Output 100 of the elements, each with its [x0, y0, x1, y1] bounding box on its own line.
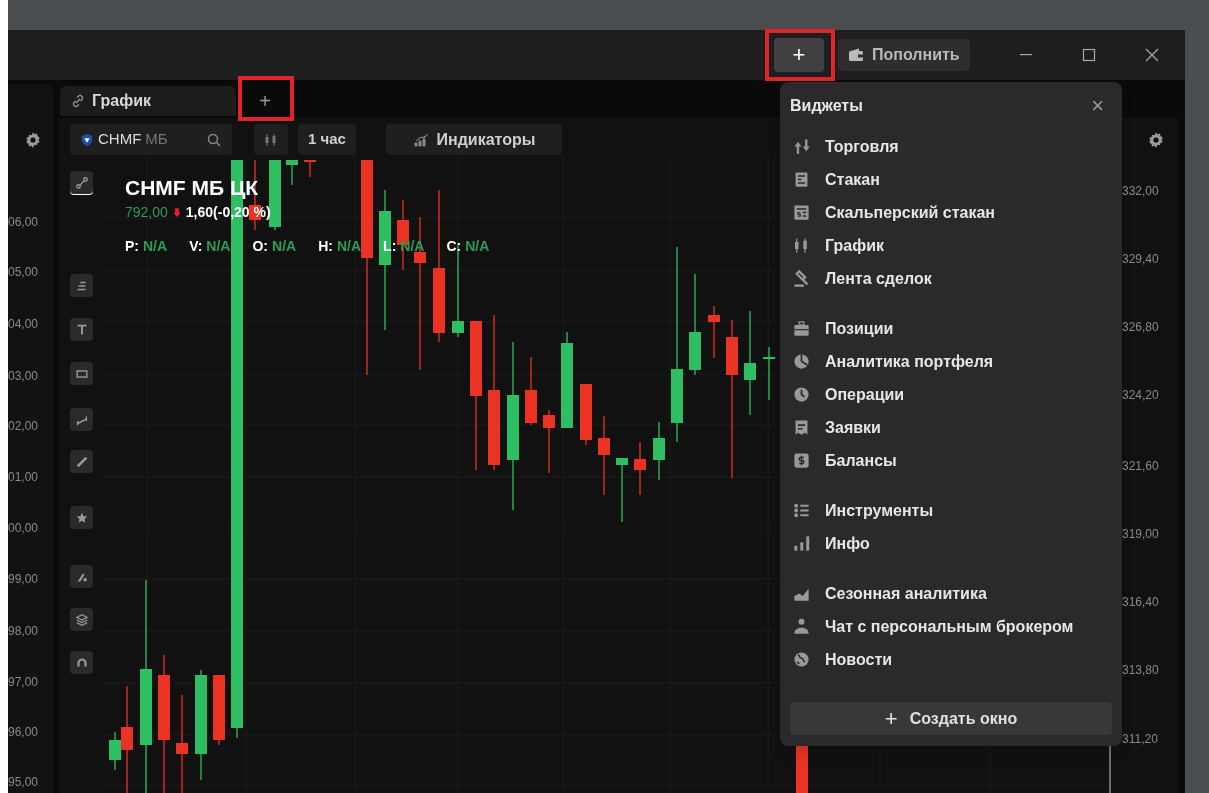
price-axis-label: 329,40 — [1122, 251, 1159, 268]
drawing-tool-button[interactable] — [70, 318, 93, 341]
close-icon — [1144, 47, 1160, 63]
node-line-icon — [74, 175, 89, 190]
minimize-icon — [1020, 54, 1032, 56]
highlight-frame — [765, 29, 835, 81]
ticker-search-field[interactable]: CHMF МБ — [70, 124, 232, 155]
dollar-icon — [792, 451, 811, 470]
price-axis-label: 00,00 — [8, 520, 39, 537]
drawing-tool-button[interactable] — [70, 171, 93, 194]
price-axis-label: 05,00 — [8, 264, 39, 281]
price-axis-label: 03,00 — [8, 368, 39, 385]
top-up-button[interactable]: Пополнить — [838, 39, 970, 71]
search-icon — [206, 131, 222, 148]
drawing-tool-button[interactable] — [70, 565, 93, 588]
indicators-button[interactable]: Индикаторы — [386, 124, 562, 155]
down-arrow-icon — [171, 207, 182, 218]
candlestick — [304, 159, 316, 178]
clock-icon — [792, 385, 811, 404]
candlestick — [525, 356, 537, 426]
widget-menu-item[interactable]: Торговля — [825, 134, 899, 159]
people-icon — [792, 617, 811, 636]
drawing-tool-button[interactable] — [70, 450, 93, 473]
price-axis-label: 96,00 — [8, 724, 39, 741]
pie-chart-icon — [792, 352, 811, 371]
candlestick — [616, 458, 628, 523]
layers-icon — [74, 612, 89, 627]
shield-icon — [80, 132, 94, 147]
vertical-line — [1109, 744, 1111, 793]
widget-menu-item[interactable]: Стакан — [825, 167, 880, 192]
candlestick — [634, 441, 646, 496]
drawing-tool-button[interactable] — [70, 274, 93, 297]
price-axis-label: 95,00 — [8, 774, 39, 791]
magnet-icon — [74, 655, 89, 670]
create-window-button[interactable]: + Создать окно — [790, 702, 1112, 735]
ohlc-label: P: — [125, 237, 139, 256]
widget-menu-item[interactable]: Позиции — [825, 316, 894, 341]
price-axis-label: 98,00 — [8, 623, 39, 640]
widget-menu-item[interactable]: Чат с персональным брокером — [825, 614, 1074, 639]
widgets-menu-title: Виджеты — [790, 96, 863, 116]
price-axis-label: 01,00 — [8, 469, 39, 486]
candlestick — [269, 159, 281, 231]
chart-type-button[interactable] — [254, 124, 288, 155]
candlestick — [286, 159, 298, 186]
ohlc-value: N/A — [272, 237, 297, 256]
widget-menu-item[interactable]: Сезонная аналитика — [825, 581, 987, 606]
price-axis-label: 319,00 — [1122, 526, 1159, 543]
interval-button[interactable]: 1 час — [298, 124, 356, 155]
ohlc-label: H: — [318, 237, 333, 256]
widget-menu-item[interactable]: Новости — [825, 647, 893, 672]
drawing-tool-button[interactable] — [70, 408, 93, 431]
maximize-icon — [1081, 47, 1097, 63]
drawing-tool-button[interactable] — [70, 608, 93, 631]
settings-icon — [1147, 131, 1165, 149]
ruler-icon — [74, 454, 89, 469]
add-widget-button[interactable]: + — [774, 38, 824, 72]
price-axis-label: 324,20 — [1122, 387, 1159, 404]
candlestick — [796, 745, 808, 793]
widget-menu-item[interactable]: Инструменты — [825, 498, 934, 523]
widget-menu-item[interactable]: Лента сделок — [825, 266, 932, 291]
price-axis-label: 06,00 — [8, 214, 39, 231]
ohlc-label: V: — [189, 237, 203, 256]
widget-menu-item[interactable]: Заявки — [825, 415, 881, 440]
highlight-frame — [238, 76, 294, 121]
widget-menu-item[interactable]: Аналитика портфеля — [825, 349, 994, 374]
widget-menu-item[interactable]: Инфо — [825, 531, 870, 556]
ohlc-label: O: — [252, 237, 269, 256]
ohlc-label: C: — [446, 237, 462, 256]
order-book-s-icon — [792, 203, 811, 222]
chart-tab[interactable]: График — [60, 86, 236, 116]
drawing-tool-button[interactable] — [70, 362, 93, 385]
candlestick — [653, 421, 665, 481]
candlestick — [763, 346, 775, 401]
ticker-text: CHMF — [98, 129, 142, 150]
ohlc-value: N/A — [465, 237, 490, 256]
ohlc-value: N/A — [336, 237, 362, 256]
widget-menu-item[interactable]: Скальперский стакан — [825, 200, 996, 225]
exchange-text: МБ — [145, 129, 168, 150]
add-tab-button[interactable]: + — [250, 87, 280, 115]
drawing-tool-button[interactable] — [70, 651, 93, 674]
wallet-icon — [848, 47, 864, 63]
candlestick — [543, 409, 555, 474]
briefcase-icon — [792, 319, 811, 338]
price-axis-label: 02,00 — [8, 418, 39, 435]
price-axis-label: 332,00 — [1122, 183, 1159, 200]
drawing-tool-button[interactable] — [70, 506, 93, 529]
widget-menu-item[interactable]: Операции — [825, 382, 905, 407]
arrows-icon — [792, 137, 811, 156]
settings-icon — [24, 131, 42, 149]
widget-menu-item[interactable]: Балансы — [825, 448, 897, 473]
rising-chart-icon — [412, 131, 429, 148]
candlestick — [213, 674, 225, 746]
candlestick — [708, 305, 720, 359]
menu-close-button[interactable]: × — [1091, 95, 1104, 117]
price-axis-label: 326,80 — [1122, 319, 1159, 336]
widget-menu-item[interactable]: График — [825, 233, 884, 258]
price-axis-label: 04,00 — [8, 316, 39, 333]
price-axis-label: 99,00 — [8, 571, 39, 588]
list-icon — [792, 501, 811, 520]
price-axis-label: 321,60 — [1122, 458, 1159, 475]
